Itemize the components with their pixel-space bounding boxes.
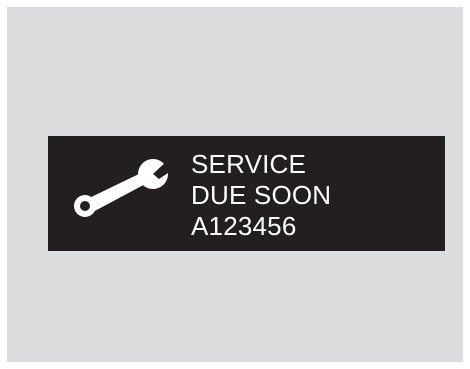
service-line-2: DUE SOON (191, 180, 332, 210)
wrench-icon (74, 157, 177, 217)
service-line-1: SERVICE (191, 149, 307, 179)
service-message: SERVICE DUE SOON A123456 (191, 149, 331, 242)
background-panel: SERVICE DUE SOON A123456 (7, 7, 463, 362)
service-due-display: SERVICE DUE SOON A123456 (48, 136, 445, 251)
service-code: A123456 (191, 211, 297, 241)
